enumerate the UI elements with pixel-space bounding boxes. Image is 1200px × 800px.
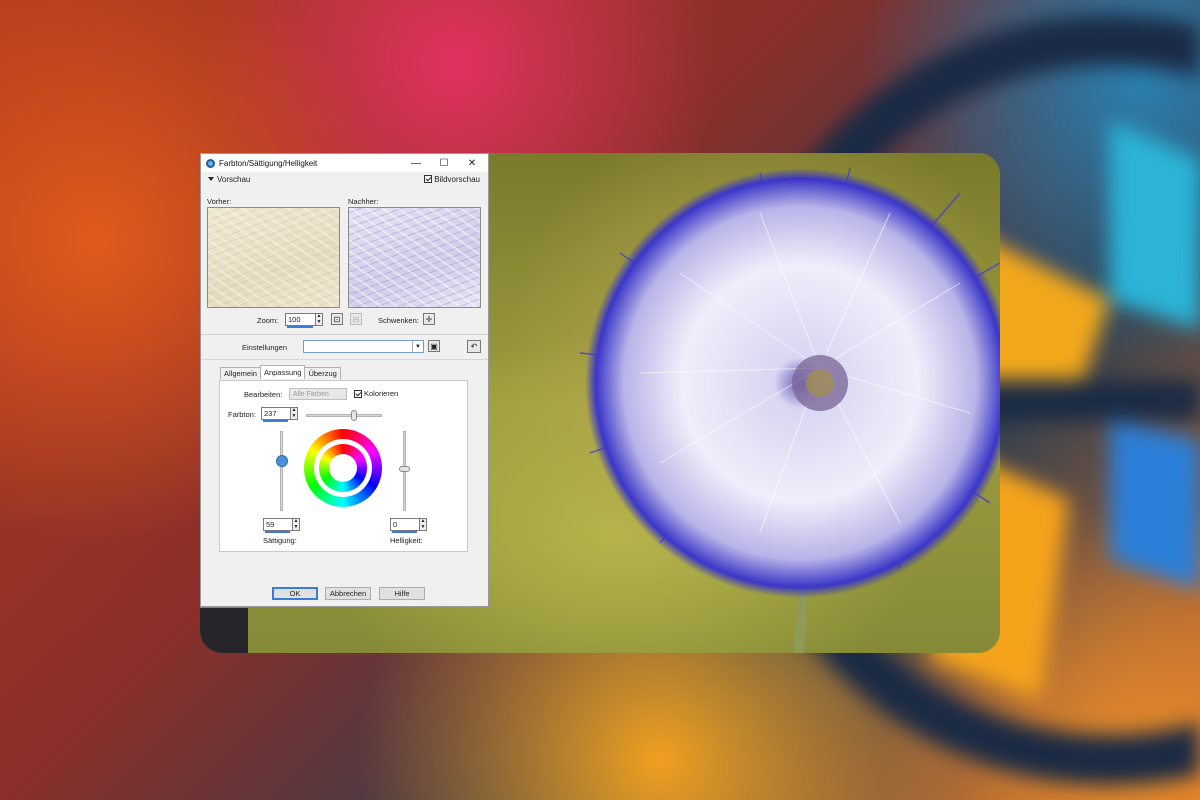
zoom-focus-underline	[287, 326, 313, 328]
adjustment-panel: Bearbeiten: Alle Farben Kolorieren Farbt…	[219, 380, 468, 552]
cancel-button[interactable]: Abbrechen	[325, 587, 371, 600]
before-label: Vorher:	[207, 197, 232, 206]
saturation-slider-thumb[interactable]	[276, 455, 288, 467]
tab-anpassung[interactable]: Anpassung	[259, 365, 306, 379]
hue-focus-underline	[263, 420, 288, 422]
edit-value: Alle Farben	[293, 390, 329, 398]
saturation-label: Sättigung:	[263, 536, 297, 545]
hue-stepper[interactable]: 237 ▲ ▼	[261, 407, 298, 422]
close-button[interactable]: ✕	[458, 154, 486, 172]
preview-toggle-label: Vorschau	[217, 174, 251, 184]
dialog-title: Farbton/Sättigung/Helligkeit	[219, 158, 318, 168]
colorize-label: Kolorieren	[364, 389, 399, 398]
preview-toggle[interactable]: Vorschau	[208, 175, 250, 184]
hue-slider-track[interactable]	[306, 414, 382, 417]
hue-label: Farbton:	[228, 410, 256, 419]
hue-value: 237	[264, 409, 277, 418]
image-preview-label: Bildvorschau	[434, 174, 480, 184]
reset-icon[interactable]: ↶	[467, 340, 481, 353]
crosshair-icon[interactable]: ✛	[423, 313, 435, 325]
saturation-spin-arrows[interactable]: ▲ ▼	[292, 518, 300, 531]
separator	[201, 359, 488, 360]
before-preview[interactable]	[207, 207, 340, 308]
after-preview[interactable]	[348, 207, 481, 308]
ok-button[interactable]: OK	[272, 587, 318, 600]
chevron-down-icon[interactable]: ▼	[412, 341, 423, 352]
save-icon[interactable]: ▣	[428, 340, 440, 352]
paint-shop-icon	[206, 158, 215, 168]
tab-allgemein[interactable]: Allgemein	[220, 367, 261, 379]
zoom-stepper[interactable]: 100 ▲ ▼	[285, 313, 323, 328]
hue-slider-thumb[interactable]	[351, 410, 357, 421]
saturation-value: 59	[266, 520, 275, 529]
edit-combo[interactable]: Alle Farben	[289, 388, 347, 400]
zoom-actual-icon[interactable]: ⊟	[350, 313, 362, 325]
zoom-label: Zoom:	[257, 316, 279, 325]
tab-ueberzug[interactable]: Überzug	[304, 367, 341, 379]
minimize-button[interactable]: —	[402, 154, 430, 172]
saturation-slider-track[interactable]	[280, 431, 283, 511]
lightness-spin-arrows[interactable]: ▲ ▼	[419, 518, 427, 531]
maximize-button[interactable]: ☐	[430, 154, 458, 172]
zoom-spin-arrows[interactable]: ▲ ▼	[315, 313, 323, 326]
hue-spin-arrows[interactable]: ▲ ▼	[290, 407, 298, 420]
triangle-down-icon	[208, 177, 214, 182]
lightness-slider-thumb[interactable]	[399, 466, 410, 472]
edit-label: Bearbeiten:	[244, 390, 283, 399]
lightness-focus-underline	[392, 531, 417, 533]
settings-combo[interactable]: ▼	[303, 340, 424, 353]
zoom-value: 100	[288, 315, 301, 324]
saturation-focus-underline	[265, 531, 290, 533]
lightness-label: Helligkeit:	[390, 536, 423, 545]
checkbox-checked-icon	[424, 175, 433, 184]
zoom-fit-icon[interactable]: ⊡	[331, 313, 343, 325]
title-bar[interactable]: Farbton/Sättigung/Helligkeit — ☐ ✕	[201, 154, 488, 172]
settings-label: Einstellungen	[242, 343, 288, 352]
saturation-stepper[interactable]: 59 ▲ ▼	[263, 518, 300, 533]
colorize-checkbox[interactable]: Kolorieren	[354, 389, 398, 398]
after-label: Nachher:	[348, 197, 379, 206]
lightness-stepper[interactable]: 0 ▲ ▼	[390, 518, 427, 533]
hue-saturation-dialog: Farbton/Sättigung/Helligkeit — ☐ ✕ Vorsc…	[200, 153, 489, 607]
separator	[201, 334, 488, 335]
tab-bar: Allgemein Anpassung Überzug	[220, 365, 341, 380]
pan-label: Schwenken:	[378, 316, 419, 325]
checkbox-checked-icon	[354, 389, 362, 398]
workspace-edge	[200, 608, 248, 653]
lightness-value: 0	[393, 520, 398, 529]
help-button[interactable]: Hilfe	[379, 587, 425, 600]
image-preview-checkbox[interactable]: Bildvorschau	[424, 175, 480, 184]
color-wheel-center	[329, 454, 357, 482]
